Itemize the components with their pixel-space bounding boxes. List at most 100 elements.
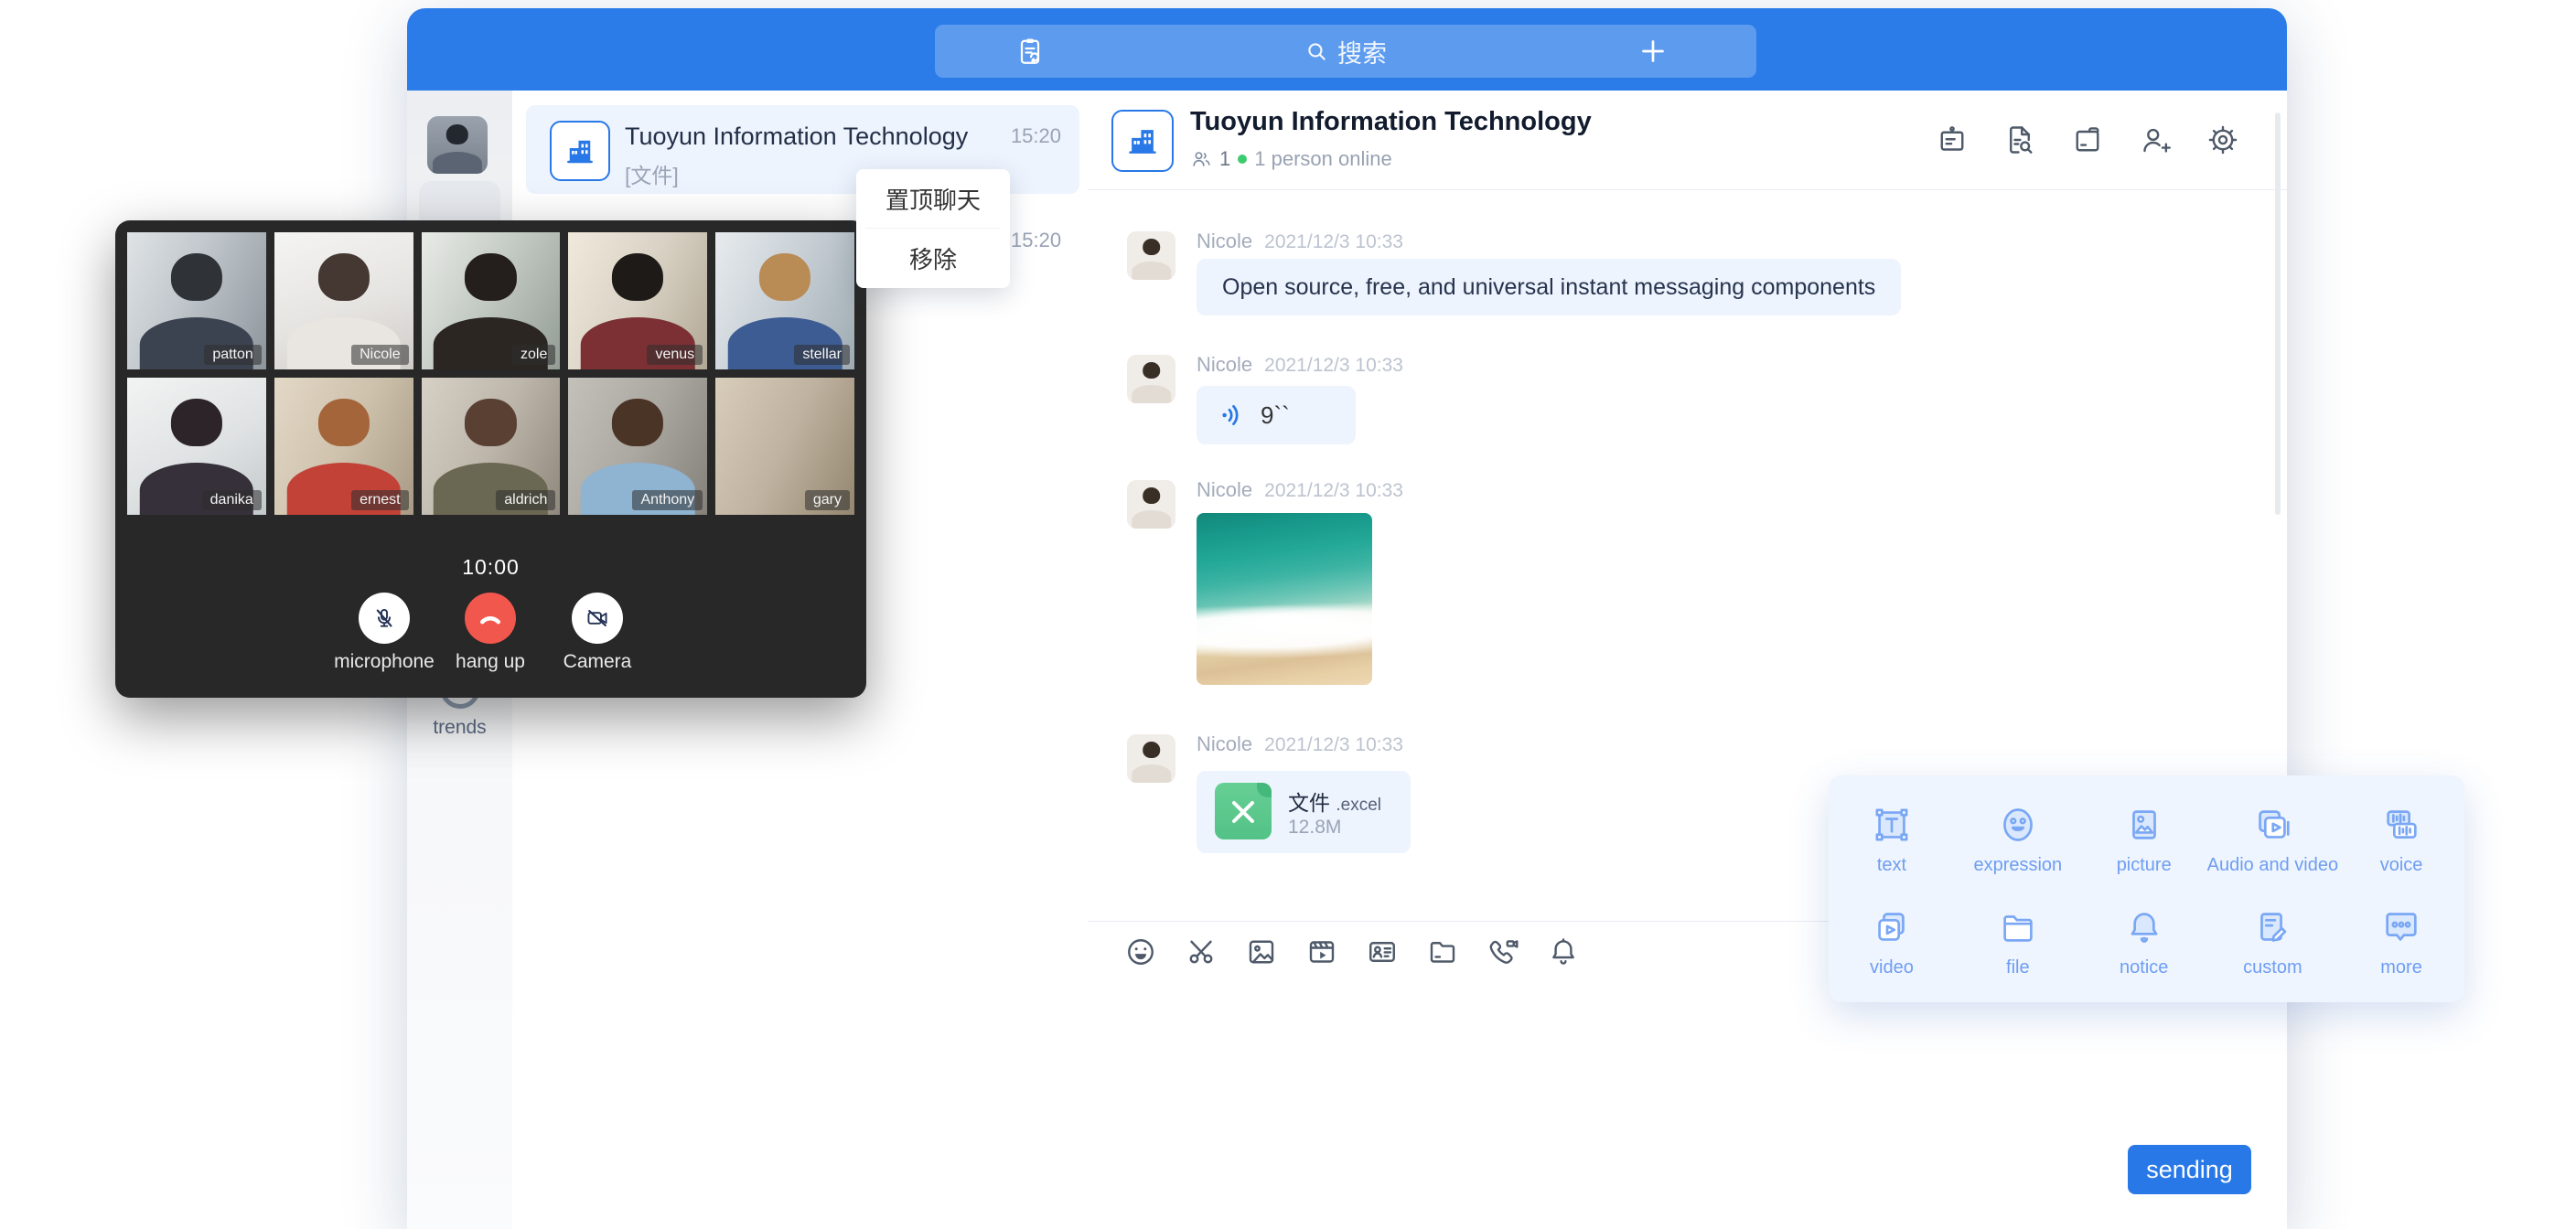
conversation-time: 15:20 — [1011, 124, 1061, 148]
panel-item-label: voice — [2380, 855, 2423, 876]
file-icon[interactable] — [2071, 123, 2104, 156]
user-avatar[interactable] — [427, 116, 488, 174]
video-tile: patton — [127, 232, 266, 369]
custom-icon — [2251, 906, 2293, 948]
message-time: 2021/12/3 10:33 — [1264, 355, 1403, 377]
panel-item-voice[interactable]: voice — [2338, 788, 2464, 891]
panel-item-video[interactable]: video — [1829, 891, 1955, 993]
video-tile: zole — [422, 232, 561, 369]
panel-item-audio-video[interactable]: Audio and video — [2207, 788, 2338, 891]
notification-icon[interactable] — [1547, 935, 1580, 968]
panel-item-more[interactable]: more — [2338, 891, 2464, 993]
video-tile: venus — [568, 232, 707, 369]
search-input[interactable]: 搜索 — [935, 25, 1756, 78]
participant-name: Anthony — [632, 490, 703, 510]
voice-message-bubble[interactable]: 9`` — [1197, 386, 1356, 444]
message-sender: Nicole — [1197, 230, 1252, 253]
audio-video-icon — [2251, 804, 2293, 846]
settings-icon[interactable] — [2206, 123, 2239, 156]
panel-item-notice[interactable]: notice — [2081, 891, 2207, 993]
panel-item-label: picture — [2117, 855, 2172, 876]
image-message-beach-photo[interactable] — [1197, 513, 1372, 685]
trends-label: trends — [407, 717, 512, 739]
hang-up-icon — [477, 604, 504, 632]
online-dot — [1238, 155, 1247, 164]
text-message-bubble: Open source, free, and universal instant… — [1197, 259, 1901, 315]
folder-icon[interactable] — [1426, 935, 1459, 968]
chat-history-search-icon[interactable] — [2003, 123, 2036, 156]
file-size: 12.8M — [1288, 817, 1341, 839]
message-sender: Nicole — [1197, 732, 1252, 756]
add-member-icon[interactable] — [2139, 123, 2172, 156]
message-sender: Nicole — [1197, 353, 1252, 377]
search-bar[interactable]: 搜索 — [935, 25, 1756, 78]
text-icon — [1871, 804, 1913, 846]
members-icon — [1190, 148, 1212, 170]
online-status: 1 person online — [1254, 147, 1391, 171]
search-icon — [1304, 39, 1328, 63]
hang-up-button[interactable] — [465, 593, 516, 644]
participant-name: zole — [512, 345, 555, 365]
panel-item-label: file — [2006, 957, 2030, 978]
building-icon — [564, 134, 596, 167]
picture-icon — [2123, 804, 2165, 846]
message-time: 2021/12/3 10:33 — [1264, 480, 1403, 502]
chat-title: Tuoyun Information Technology — [1190, 107, 1592, 137]
panel-item-label: notice — [2120, 957, 2168, 978]
panel-item-picture[interactable]: picture — [2081, 788, 2207, 891]
avatar[interactable] — [1127, 734, 1175, 783]
video-tile: Anthony — [568, 378, 707, 515]
video-tile: stellar — [715, 232, 854, 369]
menu-item-remove[interactable]: 移除 — [856, 229, 1010, 287]
panel-item-custom[interactable]: custom — [2207, 891, 2338, 993]
message-time: 2021/12/3 10:33 — [1264, 231, 1403, 253]
message-type-panel: text expression picture Audio and video … — [1829, 775, 2464, 1002]
video-tile: gary — [715, 378, 854, 515]
chat-panel: Tuoyun Information Technology 1 1 person… — [1088, 91, 2287, 1229]
video-call-icon[interactable] — [1487, 935, 1519, 968]
group-avatar — [550, 121, 610, 181]
more-icon — [2380, 906, 2422, 948]
screenshot-icon[interactable] — [1185, 935, 1218, 968]
conversation-title: Tuoyun Information Technology — [625, 123, 968, 151]
conversation-context-menu: 置顶聊天 移除 — [856, 169, 1010, 288]
message-sender: Nicole — [1197, 478, 1252, 502]
video-icon — [1871, 906, 1913, 948]
panel-item-expression[interactable]: expression — [1955, 788, 2081, 891]
search-placeholder: 搜索 — [1337, 34, 1387, 69]
microphone-toggle-button[interactable] — [359, 593, 410, 644]
avatar[interactable] — [1127, 355, 1175, 403]
scrollbar[interactable] — [2275, 112, 2281, 515]
participant-name: aldrich — [496, 490, 555, 510]
panel-item-text[interactable]: text — [1829, 788, 1955, 891]
titlebar: 搜索 — [407, 8, 2287, 91]
emoji-icon[interactable] — [1124, 935, 1157, 968]
participant-name: venus — [647, 345, 703, 365]
panel-item-file[interactable]: file — [1955, 891, 2081, 993]
file-message-bubble[interactable]: 文件 .excel 12.8M — [1197, 771, 1411, 853]
chat-header: Tuoyun Information Technology 1 1 person… — [1088, 91, 2287, 190]
send-button[interactable]: sending — [2128, 1145, 2251, 1194]
add-icon[interactable] — [1637, 35, 1669, 68]
video-tile: danika — [127, 378, 266, 515]
call-timer: 10:00 — [115, 555, 866, 580]
microphone-label: microphone — [334, 651, 435, 673]
file-ext: .excel — [1336, 796, 1381, 815]
avatar[interactable] — [1127, 480, 1175, 529]
conversation-last-message: [文件] — [625, 158, 679, 189]
notice-icon — [2123, 906, 2165, 948]
contact-card-icon[interactable] — [1366, 935, 1399, 968]
image-icon[interactable] — [1245, 935, 1278, 968]
person-silhouette — [427, 116, 488, 174]
video-icon[interactable] — [1305, 935, 1338, 968]
camera-toggle-button[interactable] — [572, 593, 623, 644]
participant-name: Nicole — [351, 345, 408, 365]
person-silhouette — [1127, 355, 1175, 403]
excel-file-icon — [1215, 783, 1272, 839]
group-avatar — [1111, 110, 1174, 172]
announcement-icon[interactable] — [1936, 123, 1969, 156]
voice-duration: 9`` — [1261, 401, 1290, 430]
mic-off-icon — [371, 605, 397, 631]
menu-item-pin-chat[interactable]: 置顶聊天 — [856, 169, 1010, 228]
avatar[interactable] — [1127, 231, 1175, 280]
